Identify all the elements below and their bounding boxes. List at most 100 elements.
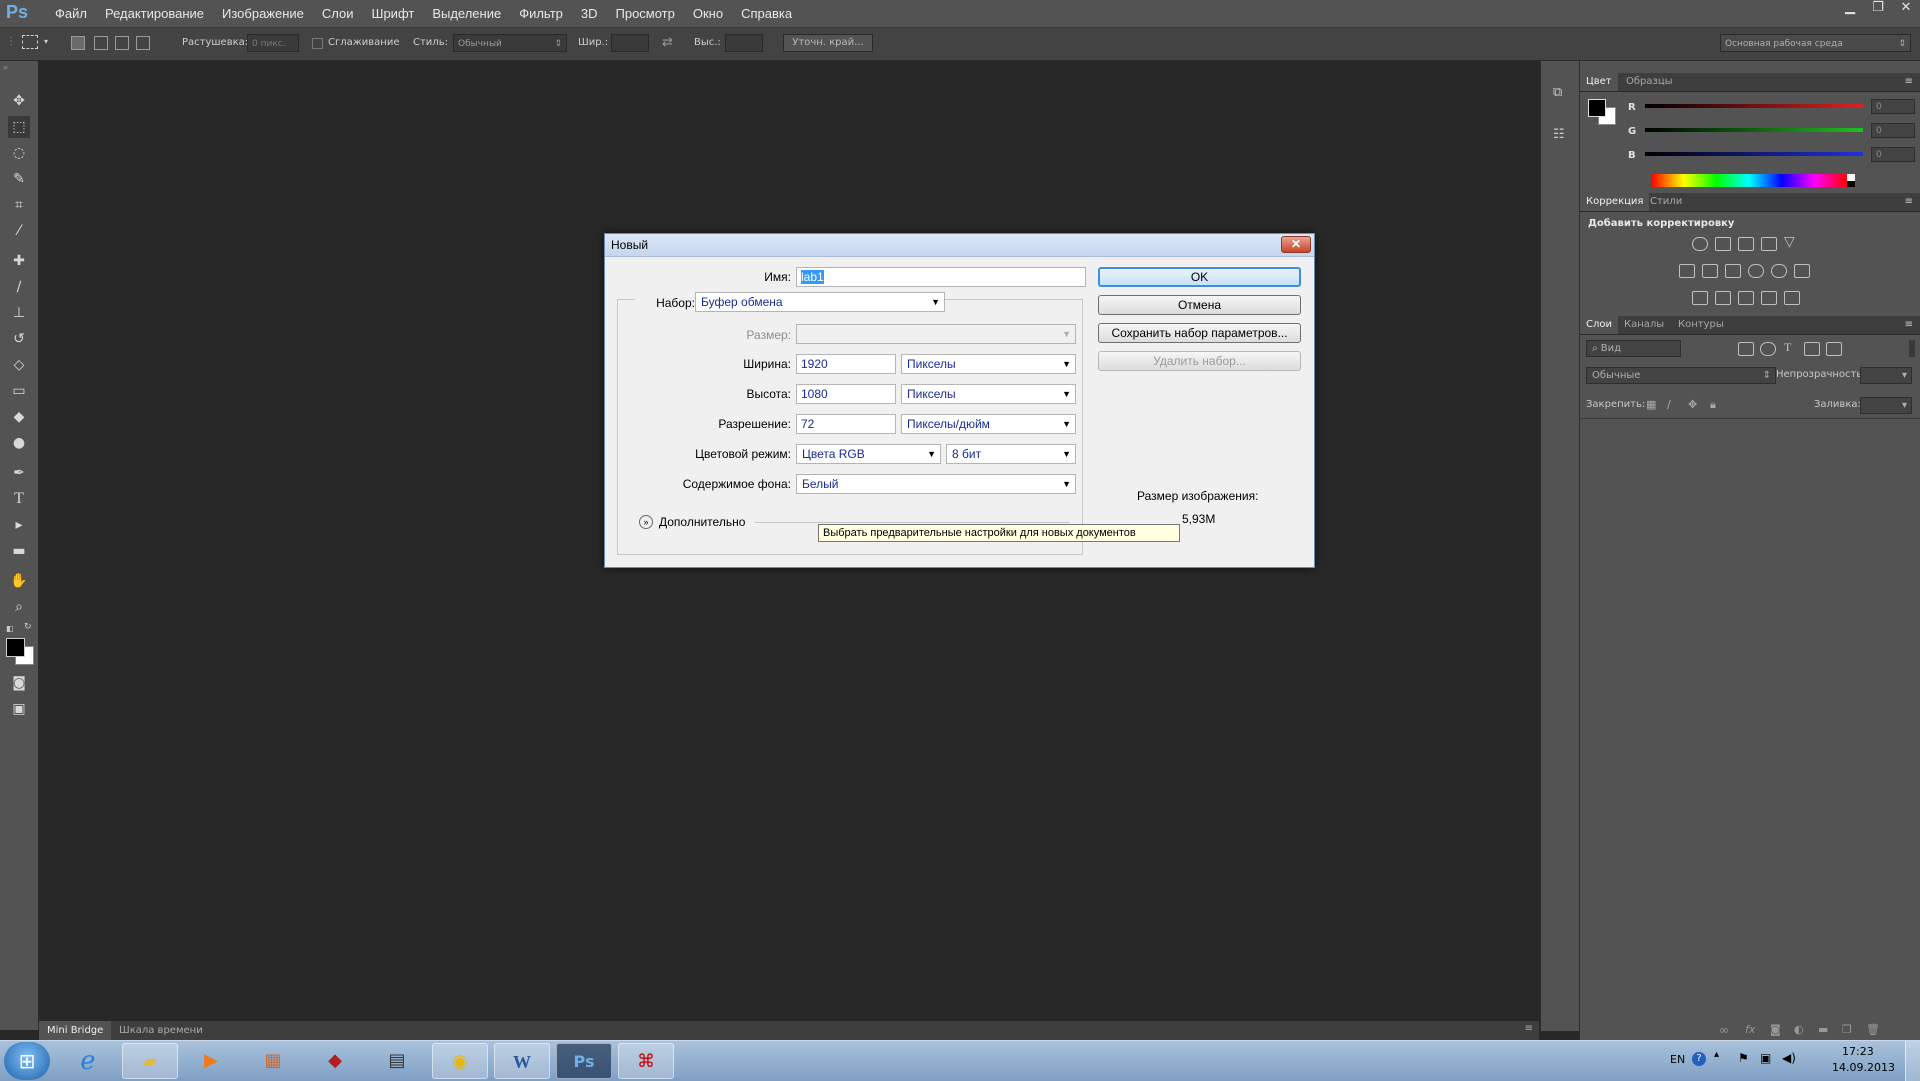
filter-pixel-icon[interactable] xyxy=(1738,342,1754,356)
refine-edge-button[interactable]: Уточн. край... xyxy=(783,34,873,52)
layer-filter-select[interactable]: ⌕ Вид xyxy=(1586,340,1681,357)
dota-icon[interactable]: ◆ xyxy=(307,1043,363,1079)
volume-icon[interactable]: ◀︎) xyxy=(1782,1051,1796,1065)
channel-b-slider[interactable] xyxy=(1645,152,1863,156)
color-fg-swatch[interactable] xyxy=(1588,99,1606,117)
color-balance-icon[interactable] xyxy=(1702,264,1718,278)
menu-image[interactable]: Изображение xyxy=(213,0,313,27)
menu-file[interactable]: Файл xyxy=(46,0,96,27)
media-player-icon[interactable]: ▶ xyxy=(183,1043,239,1079)
brightness-icon[interactable] xyxy=(1692,237,1708,251)
menu-type[interactable]: Шрифт xyxy=(363,0,424,27)
delete-preset-button[interactable]: Удалить набор... xyxy=(1098,351,1301,371)
eyedropper-tool-icon[interactable]: ⁄ xyxy=(8,220,30,242)
spectrum-white[interactable] xyxy=(1847,174,1855,181)
posterize-icon[interactable] xyxy=(1715,291,1731,305)
new-group-icon[interactable]: ▬ xyxy=(1818,1023,1828,1036)
color-lookup-icon[interactable] xyxy=(1794,264,1810,278)
tab-timeline[interactable]: Шкала времени xyxy=(113,1021,209,1040)
clock-time[interactable]: 17:23 xyxy=(1842,1045,1874,1058)
menu-3d[interactable]: 3D xyxy=(572,0,607,27)
width-unit-select[interactable]: Пикселы ▼ xyxy=(901,354,1076,374)
tab-swatches[interactable]: Образцы xyxy=(1620,73,1679,91)
width-input[interactable] xyxy=(611,34,649,52)
size-select[interactable]: ▼ xyxy=(796,324,1076,344)
menu-edit[interactable]: Редактирование xyxy=(96,0,213,27)
spectrum-black[interactable] xyxy=(1847,181,1855,187)
acrobat-icon[interactable]: ⌘ xyxy=(618,1043,674,1079)
levels-icon[interactable] xyxy=(1715,237,1731,251)
blur-tool-icon[interactable]: ◆ xyxy=(8,406,30,428)
menu-layers[interactable]: Слои xyxy=(313,0,363,27)
ok-button[interactable]: OK xyxy=(1098,267,1301,287)
tab-styles[interactable]: Стили xyxy=(1644,193,1688,211)
preset-select[interactable]: Буфер обмена ▼ xyxy=(695,292,945,312)
screen-mode-icon[interactable]: ▣ xyxy=(8,698,30,720)
width-input[interactable]: 1920 xyxy=(796,354,896,374)
action-center-icon[interactable]: ⚑ xyxy=(1738,1051,1749,1065)
lock-transparent-icon[interactable]: ▦ xyxy=(1646,398,1656,411)
tab-paths[interactable]: Контуры xyxy=(1672,316,1730,334)
filter-shape-icon[interactable] xyxy=(1804,342,1820,356)
channel-g-value[interactable]: 0 xyxy=(1871,123,1915,138)
menu-filter[interactable]: Фильтр xyxy=(510,0,572,27)
collapse-icon[interactable]: » xyxy=(3,63,8,72)
history-brush-tool-icon[interactable]: ↺ xyxy=(8,328,30,350)
layer-style-icon[interactable]: fx xyxy=(1745,1023,1755,1036)
dodge-tool-icon[interactable]: ● xyxy=(8,432,30,454)
stamp-tool-icon[interactable]: ⊥ xyxy=(8,302,30,324)
healing-brush-tool-icon[interactable]: ✚ xyxy=(8,250,30,272)
cancel-button[interactable]: Отмена xyxy=(1098,295,1301,315)
file-explorer-icon[interactable]: ▰ xyxy=(122,1043,178,1079)
restore-icon[interactable]: ❐ xyxy=(1864,0,1892,18)
history-panel-icon[interactable]: ⧉ xyxy=(1553,85,1569,103)
threshold-icon[interactable] xyxy=(1738,291,1754,305)
clock-date[interactable]: 14.09.2013 xyxy=(1832,1061,1895,1074)
height-input[interactable]: 1080 xyxy=(796,384,896,404)
properties-panel-icon[interactable]: ☷ xyxy=(1553,127,1569,145)
panel-menu-icon[interactable]: ≡ xyxy=(1899,193,1919,211)
height-input[interactable] xyxy=(725,34,763,52)
notepad-icon[interactable]: ▤ xyxy=(369,1043,425,1079)
winrar-icon[interactable]: ▦ xyxy=(245,1043,301,1079)
filter-smart-object-icon[interactable] xyxy=(1826,342,1842,356)
photoshop-taskbar-icon[interactable]: Ps xyxy=(556,1043,612,1079)
workspace-select[interactable]: Основная рабочая среда ⇕ xyxy=(1720,34,1911,52)
feather-input[interactable]: 0 пикс. xyxy=(247,34,299,52)
tab-layers[interactable]: Слои xyxy=(1580,316,1618,334)
chevron-down-icon[interactable]: ▾ xyxy=(44,37,48,46)
internet-explorer-icon[interactable]: ℯ xyxy=(60,1043,116,1079)
crop-tool-icon[interactable]: ⌗ xyxy=(8,194,30,216)
lock-image-icon[interactable]: ∕ xyxy=(1667,398,1671,411)
intersect-selection-icon[interactable] xyxy=(136,36,150,50)
word-icon[interactable]: W xyxy=(494,1043,550,1079)
subtract-selection-icon[interactable] xyxy=(115,36,129,50)
menu-view[interactable]: Просмотр xyxy=(607,0,684,27)
pen-tool-icon[interactable]: ✒ xyxy=(8,462,30,484)
vibrance-icon[interactable]: ▽ xyxy=(1784,234,1795,250)
quick-mask-icon[interactable]: ◙ xyxy=(8,672,30,694)
move-tool-icon[interactable]: ✥ xyxy=(8,90,30,112)
background-select[interactable]: Белый ▼ xyxy=(796,474,1076,494)
tab-adjustments[interactable]: Коррекция xyxy=(1580,193,1650,211)
exposure-icon[interactable] xyxy=(1761,237,1777,251)
tab-mini-bridge[interactable]: Mini Bridge xyxy=(39,1021,112,1040)
channel-g-slider[interactable] xyxy=(1645,128,1863,132)
advanced-label[interactable]: Дополнительно xyxy=(659,515,745,529)
menu-help[interactable]: Справка xyxy=(732,0,801,27)
new-layer-icon[interactable]: ❐ xyxy=(1842,1023,1852,1036)
photo-filter-icon[interactable] xyxy=(1748,264,1764,278)
resolution-input[interactable]: 72 xyxy=(796,414,896,434)
swap-colors-icon[interactable]: ↻ xyxy=(24,622,32,632)
gradient-map-icon[interactable] xyxy=(1784,291,1800,305)
chrome-icon[interactable]: ◉ xyxy=(432,1043,488,1079)
channel-r-slider[interactable] xyxy=(1645,104,1863,108)
save-preset-button[interactable]: Сохранить набор параметров... xyxy=(1098,323,1301,343)
name-input[interactable]: lab1 xyxy=(796,267,1086,287)
gradient-tool-icon[interactable]: ▭ xyxy=(8,380,30,402)
add-selection-icon[interactable] xyxy=(94,36,108,50)
channel-r-value[interactable]: 0 xyxy=(1871,99,1915,114)
quick-select-tool-icon[interactable]: ✎ xyxy=(8,168,30,190)
dialog-close-button[interactable]: ✕ xyxy=(1281,236,1311,253)
antialias-checkbox[interactable] xyxy=(312,38,323,49)
